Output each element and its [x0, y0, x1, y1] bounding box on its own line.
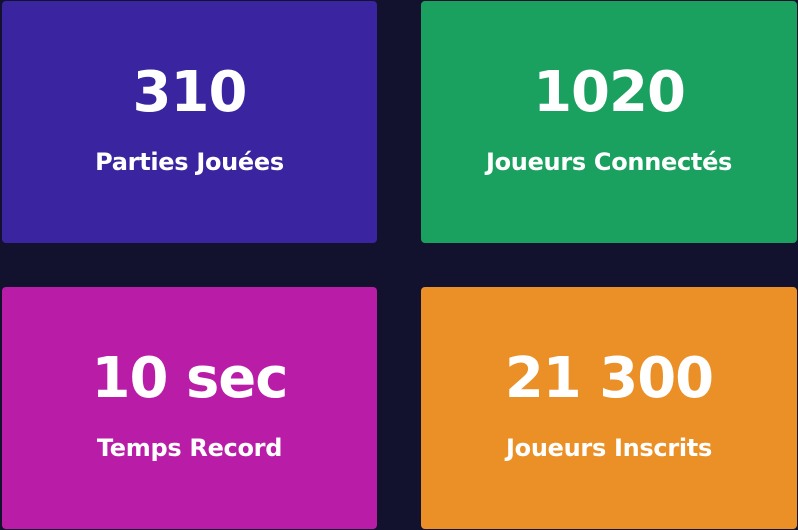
stat-card-joueurs-connectes: 1020 Joueurs Connectés — [421, 1, 797, 243]
stat-card-temps-record: 10 sec Temps Record — [2, 287, 377, 529]
stat-label: Temps Record — [96, 434, 283, 462]
stat-value: 310 — [132, 60, 248, 125]
stat-card-parties-jouees: 310 Parties Jouées — [2, 1, 377, 243]
stat-card-joueurs-inscrits: 21 300 Joueurs Inscrits — [421, 287, 797, 529]
stat-value: 1020 — [533, 60, 686, 125]
stat-value: 21 300 — [504, 346, 714, 411]
stat-label: Parties Jouées — [95, 148, 284, 176]
stat-value: 10 sec — [91, 346, 289, 411]
stat-label: Joueurs Connectés — [485, 148, 733, 176]
stat-label: Joueurs Inscrits — [506, 434, 712, 462]
